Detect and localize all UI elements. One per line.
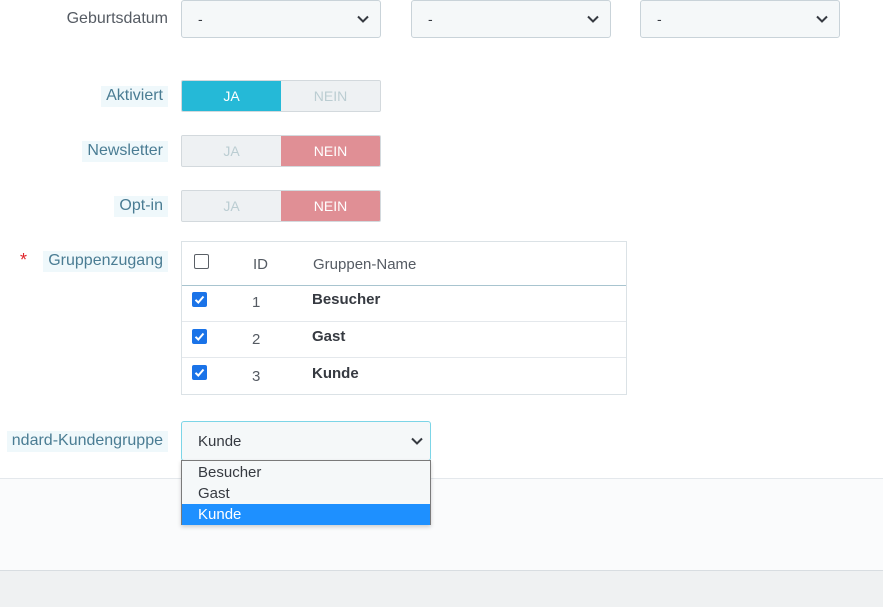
birthdate-month-select[interactable]: - xyxy=(411,0,611,38)
row-id: 2 xyxy=(252,331,261,348)
optin-no-option[interactable]: NEIN xyxy=(281,191,380,221)
newsletter-switch[interactable]: JA NEIN xyxy=(181,135,381,167)
birthdate-month-value: - xyxy=(428,11,433,27)
optin-label: Opt-in xyxy=(114,196,168,217)
form-footer-area xyxy=(0,478,883,571)
table-row: 1 Besucher xyxy=(182,285,626,321)
column-header-id: ID xyxy=(253,256,268,273)
table-header-row: ID Gruppen-Name xyxy=(182,242,626,286)
birthdate-label: Geburtsdatum xyxy=(66,10,168,27)
group-access-table: ID Gruppen-Name 1 Besucher 2 Gast 3 Kund… xyxy=(181,241,627,395)
group-access-label: Gruppenzugang xyxy=(43,251,168,272)
birthdate-day-value: - xyxy=(198,11,203,27)
row-group-name: Besucher xyxy=(312,291,381,308)
chevron-down-icon xyxy=(411,437,423,445)
required-asterisk: * xyxy=(20,250,28,270)
row-checkbox[interactable] xyxy=(192,365,207,380)
checkmark-icon xyxy=(194,368,205,377)
row-group-name: Kunde xyxy=(312,365,359,382)
dropdown-option-gast[interactable]: Gast xyxy=(182,483,430,504)
birthdate-year-value: - xyxy=(657,11,662,27)
chevron-down-icon xyxy=(357,15,369,23)
newsletter-no-option[interactable]: NEIN xyxy=(281,136,380,166)
table-row: 2 Gast xyxy=(182,321,626,358)
birthdate-year-select[interactable]: - xyxy=(640,0,840,38)
row-id: 3 xyxy=(252,368,261,385)
optin-switch[interactable]: JA NEIN xyxy=(181,190,381,222)
checkmark-icon xyxy=(194,295,205,304)
column-header-group-name: Gruppen-Name xyxy=(313,256,417,273)
row-group-name: Gast xyxy=(312,328,346,345)
newsletter-yes-option[interactable]: JA xyxy=(182,136,281,166)
default-customer-group-label: ndard-Kundengruppe xyxy=(6,431,168,452)
row-checkbox[interactable] xyxy=(192,329,207,344)
birthdate-day-select[interactable]: - xyxy=(181,0,381,38)
activated-yes-option[interactable]: JA xyxy=(182,81,281,111)
default-customer-group-select[interactable]: Kunde xyxy=(181,421,431,461)
row-id: 1 xyxy=(252,294,261,311)
checkmark-icon xyxy=(194,332,205,341)
activated-no-option[interactable]: NEIN xyxy=(281,81,380,111)
activated-switch[interactable]: JA NEIN xyxy=(181,80,381,112)
optin-yes-option[interactable]: JA xyxy=(182,191,281,221)
page-bottom-bar xyxy=(0,570,883,607)
row-checkbox[interactable] xyxy=(192,292,207,307)
select-all-checkbox[interactable] xyxy=(194,254,209,269)
default-customer-group-value: Kunde xyxy=(198,433,242,450)
default-customer-group-dropdown: Besucher Gast Kunde xyxy=(181,460,431,525)
chevron-down-icon xyxy=(816,15,828,23)
newsletter-label: Newsletter xyxy=(82,141,168,162)
dropdown-option-kunde[interactable]: Kunde xyxy=(182,504,430,525)
chevron-down-icon xyxy=(587,15,599,23)
table-row: 3 Kunde xyxy=(182,357,626,395)
activated-label: Aktiviert xyxy=(101,86,168,107)
dropdown-option-besucher[interactable]: Besucher xyxy=(182,462,430,483)
